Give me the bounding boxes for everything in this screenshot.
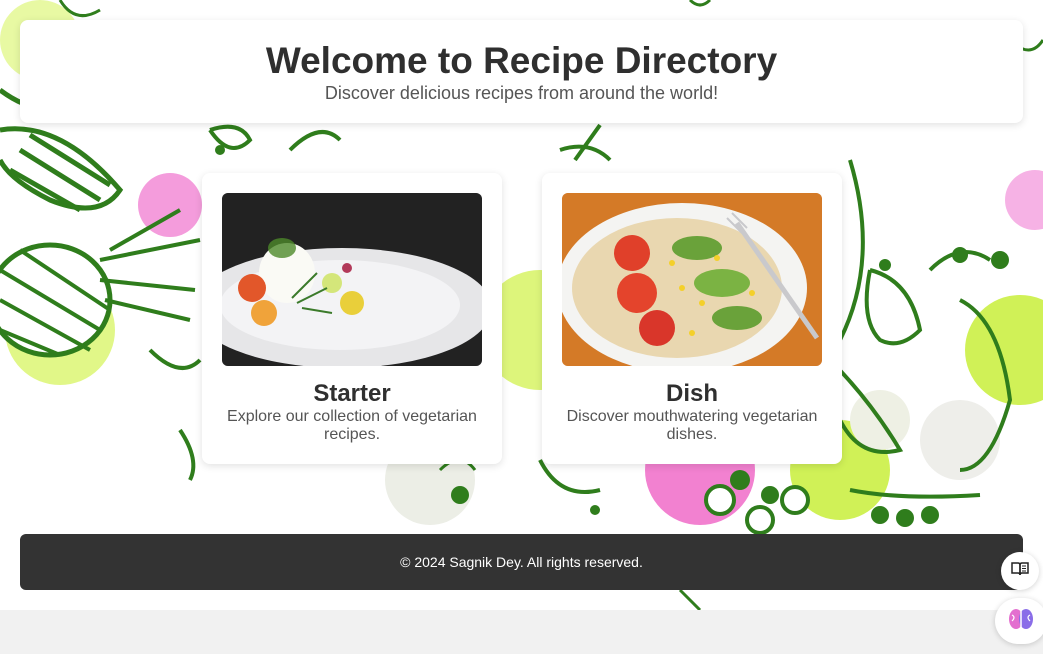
- card-starter[interactable]: Starter Explore our collection of vegeta…: [202, 173, 502, 464]
- brain-icon: [1008, 607, 1034, 636]
- card-title: Starter: [313, 380, 391, 407]
- copyright-text: © 2024 Sagnik Dey. All rights reserved.: [400, 554, 643, 570]
- card-title: Dish: [665, 380, 718, 407]
- dish-image: [562, 193, 822, 366]
- card-dish[interactable]: Dish Discover mouthwatering vegetarian d…: [542, 173, 842, 464]
- header: Welcome to Recipe Directory Discover del…: [20, 20, 1023, 123]
- starter-image: [222, 193, 482, 366]
- reader-icon: [1011, 561, 1029, 582]
- card-description: Discover mouthwatering vegetarian dishes…: [566, 408, 818, 443]
- card-description: Explore our collection of vegetarian rec…: [227, 408, 477, 443]
- page-title: Welcome to Recipe Directory: [265, 40, 778, 81]
- page-subtitle: Discover delicious recipes from around t…: [324, 83, 719, 103]
- assistant-button[interactable]: [995, 598, 1043, 644]
- footer: © 2024 Sagnik Dey. All rights reserved.: [20, 534, 1023, 590]
- reader-mode-button[interactable]: [1001, 552, 1039, 590]
